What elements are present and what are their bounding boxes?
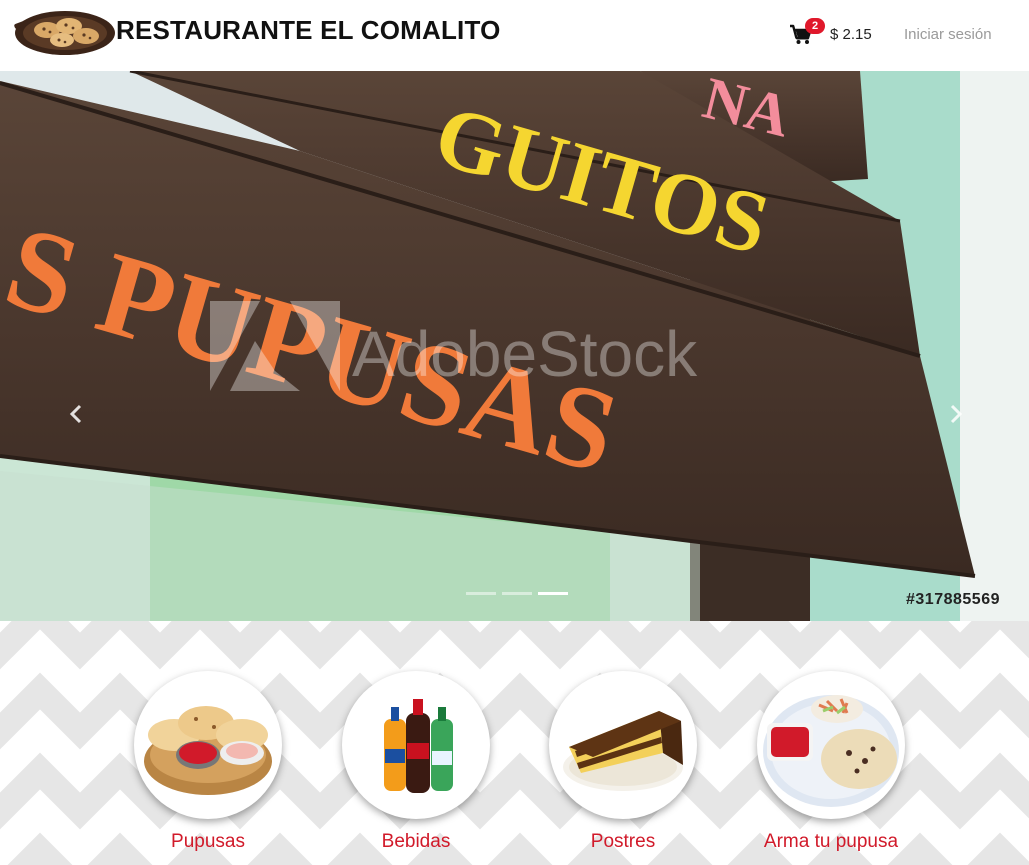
soda-bottles-icon [342, 671, 490, 819]
cake-slice-icon [549, 671, 697, 819]
brand-name: RESTAURANTE EL COMALITO [116, 14, 501, 45]
carousel-indicator-2[interactable] [502, 592, 532, 595]
category-pupusas[interactable]: Pupusas [133, 671, 283, 853]
carousel-indicators [466, 592, 568, 595]
navbar: RESTAURANTE EL COMALITO 2 $ 2.15 Iniciar… [0, 0, 1029, 71]
build-pupusa-icon [757, 671, 905, 819]
category-postres[interactable]: Postres [548, 671, 698, 853]
category-section: Pupusas Bebidas Postres Arma tu pupusa [0, 621, 1029, 865]
cart-count-badge: 2 [805, 18, 825, 34]
cart-total: $ 2.15 [830, 26, 872, 43]
chevron-right-icon[interactable] [936, 401, 976, 433]
category-bebidas[interactable]: Bebidas [341, 671, 491, 853]
category-label: Bebidas [381, 831, 451, 852]
carousel-indicator-3[interactable] [538, 592, 568, 595]
category-arma-tu-pupusa[interactable]: Arma tu pupusa [756, 671, 906, 853]
chevron-left-icon[interactable] [56, 401, 96, 433]
login-link[interactable]: Iniciar sesión [904, 26, 992, 43]
comal-logo-icon [14, 11, 115, 55]
category-label: Postres [590, 831, 656, 852]
pupusas-plate-icon [134, 671, 282, 819]
carousel-indicator-1[interactable] [466, 592, 496, 595]
hero-carousel: GUITOS S PUPUSAS NA AdobeStock #31788556… [0, 71, 1029, 621]
brand-link[interactable]: RESTAURANTE EL COMALITO [14, 8, 501, 58]
watermark-text: AdobeStock [352, 318, 698, 390]
hero-image: GUITOS S PUPUSAS NA AdobeStock [0, 71, 1029, 621]
category-label: Pupusas [171, 831, 245, 852]
stock-id: #317885569 [906, 591, 1000, 608]
category-label: Arma tu pupusa [763, 831, 899, 852]
